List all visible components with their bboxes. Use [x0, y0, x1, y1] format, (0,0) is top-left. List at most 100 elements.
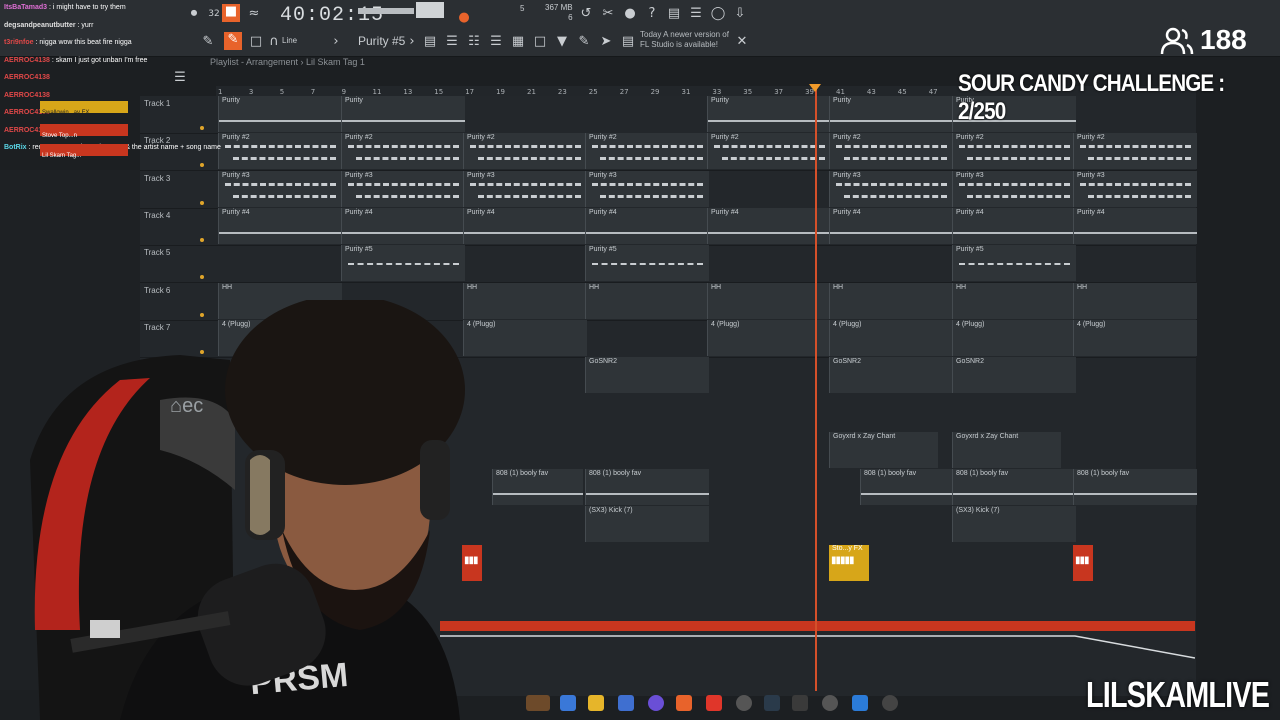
store-icon[interactable]	[618, 695, 634, 711]
automation-clip[interactable]	[440, 621, 1195, 631]
pattern-clip[interactable]: Purity #5	[585, 245, 709, 282]
file-explorer-icon[interactable]	[588, 695, 604, 711]
pattern-clip[interactable]: 4 (Plugg)	[1073, 319, 1197, 356]
track-label[interactable]: Track 4	[144, 211, 170, 220]
track-mute-led[interactable]	[200, 200, 204, 205]
pattern-clip[interactable]: 808 (1) booly fav	[952, 469, 1076, 505]
fx-clip[interactable]: ▮▮▮	[1073, 545, 1093, 581]
piano-roll-icon[interactable]: ☰	[444, 34, 460, 50]
pattern-clip[interactable]: Purity #2	[463, 133, 587, 170]
pattern-clip[interactable]: Purity #4	[1073, 207, 1197, 244]
chat-channel-item[interactable]: Swallowin...ay FX	[40, 101, 128, 116]
pattern-clip[interactable]: HH	[707, 282, 831, 319]
pattern-clip[interactable]: GoSNR2	[952, 357, 1076, 394]
save-icon[interactable]: ▤	[666, 6, 682, 22]
snap-mode[interactable]: Line	[282, 36, 297, 45]
cart-icon[interactable]: ▤	[620, 34, 636, 50]
cut-icon[interactable]: ✂	[600, 6, 616, 22]
pattern-clip[interactable]: 4 (Plugg)	[829, 319, 953, 356]
mixer-icon[interactable]: ☰	[688, 6, 704, 22]
pattern-clip[interactable]: Purity #2	[952, 133, 1076, 170]
chat-channel-item[interactable]: Lil Skam Tag...	[40, 144, 128, 159]
fx-clip[interactable]: Sto...y FX ▮▮▮▮▮	[829, 545, 869, 581]
pattern-clip[interactable]: HH	[585, 282, 709, 319]
track-mute-led[interactable]	[200, 237, 204, 242]
chat-icon[interactable]: ◯	[710, 6, 726, 22]
notepad-icon[interactable]	[852, 695, 868, 711]
help-icon[interactable]: ?	[644, 6, 660, 22]
pattern-clip[interactable]: Purity #2	[829, 133, 953, 170]
news-close-icon[interactable]: ✕	[734, 34, 750, 50]
track-label[interactable]: Track 5	[144, 248, 170, 257]
track-label[interactable]: Track 3	[144, 174, 170, 183]
pattern-clip[interactable]: Purity #3	[463, 170, 587, 207]
media-player-icon[interactable]	[882, 695, 898, 711]
news-panel[interactable]: Today A newer version of FL Studio is av…	[640, 30, 740, 50]
pattern-clip[interactable]: HH	[463, 282, 587, 319]
pattern-clip[interactable]: Purity #4	[341, 207, 465, 244]
pattern-clip[interactable]: 808 (1) booly fav	[1073, 469, 1197, 505]
copilot-icon[interactable]	[560, 695, 576, 711]
pattern-clip[interactable]: Purity #2	[1073, 133, 1197, 170]
chat-channel-item[interactable]: Stove Top...n	[40, 124, 128, 139]
pattern-clip[interactable]: Purity #2	[341, 133, 465, 170]
4k-icon[interactable]	[822, 695, 838, 711]
pattern-clip[interactable]: Purity #3	[952, 170, 1076, 207]
pattern-clip[interactable]: HH	[1073, 282, 1197, 319]
pattern-clip[interactable]: HH	[952, 282, 1076, 319]
pattern-clip[interactable]: Goyxrd x Zay Chant	[952, 431, 1061, 468]
pattern-clip[interactable]: Purity #3	[829, 170, 953, 207]
mixer-window-icon[interactable]: ☰	[488, 34, 504, 50]
playhead-marker[interactable]	[809, 84, 821, 92]
pattern-clip[interactable]: Purity #5	[341, 245, 465, 282]
download-icon[interactable]: ⇩	[732, 6, 748, 22]
pattern-clip[interactable]: Purity #3	[341, 170, 465, 207]
track-label[interactable]: Track 6	[144, 286, 170, 295]
pattern-clip[interactable]: 808 (1) booly fav	[860, 469, 953, 505]
arrow-right-icon[interactable]: ›	[328, 34, 344, 50]
pattern-clip[interactable]: 4 (Plugg)	[463, 319, 587, 356]
steam-icon[interactable]	[764, 695, 780, 711]
playhead[interactable]	[815, 86, 817, 691]
pattern-clip[interactable]: Purity	[707, 96, 831, 132]
mic-icon[interactable]: ●	[622, 6, 638, 22]
pattern-clip[interactable]: 808 (1) booly fav	[585, 469, 709, 505]
undo-icon[interactable]: ↺	[578, 6, 594, 22]
fl-studio-icon[interactable]	[676, 695, 692, 711]
discord-icon[interactable]	[648, 695, 664, 711]
master-volume-slider[interactable]	[358, 8, 414, 14]
pattern-clip[interactable]: 4 (Plugg)	[707, 319, 831, 356]
send-icon[interactable]: ➤	[598, 34, 614, 50]
plug-icon[interactable]: ▼	[554, 34, 570, 50]
pattern-clip[interactable]: Purity #4	[707, 207, 831, 244]
pattern-clip[interactable]: Goyxrd x Zay Chant	[829, 431, 938, 468]
pattern-clip[interactable]: Purity #4	[585, 207, 709, 244]
pattern-clip[interactable]: Purity	[341, 96, 465, 132]
pattern-clip[interactable]: Purity #4	[463, 207, 587, 244]
pattern-clip[interactable]: Purity #4	[218, 207, 342, 244]
tools-icon[interactable]: ✎	[576, 34, 592, 50]
pattern-clip[interactable]: Purity #5	[952, 245, 1076, 282]
pattern-clip[interactable]: 4 (Plugg)	[952, 319, 1076, 356]
pattern-clip[interactable]: (SX3) Kick (7)	[585, 506, 709, 543]
pattern-clip[interactable]: Purity #2	[707, 133, 831, 170]
pattern-clip[interactable]: HH	[829, 282, 953, 319]
plugin-icon[interactable]: ▦	[510, 34, 526, 50]
obs-icon[interactable]	[736, 695, 752, 711]
pattern-clip[interactable]: Purity #3	[585, 170, 709, 207]
pattern-clip[interactable]: (SX3) Kick (7)	[952, 506, 1076, 543]
pattern-selector[interactable]: Purity #5	[358, 34, 405, 48]
tempo-knob-icon[interactable]: ●	[456, 10, 472, 26]
arrow-right-icon[interactable]: ›	[404, 34, 420, 50]
playlist-icon[interactable]: ▤	[422, 34, 438, 50]
brave-icon[interactable]	[706, 695, 722, 711]
channel-rack-icon[interactable]: ☷	[466, 34, 482, 50]
pattern-clip[interactable]: Purity #3	[1073, 170, 1197, 207]
pattern-clip[interactable]: GoSNR2	[829, 357, 953, 394]
pattern-clip[interactable]: GoSNR2	[585, 357, 709, 394]
pattern-clip[interactable]: Purity #2	[585, 133, 709, 170]
pattern-clip[interactable]: Purity #3	[218, 170, 342, 207]
pattern-clip[interactable]: 808 (1) booly fav	[492, 469, 583, 505]
weather-icon[interactable]	[526, 695, 550, 711]
app-icon[interactable]	[792, 695, 808, 711]
